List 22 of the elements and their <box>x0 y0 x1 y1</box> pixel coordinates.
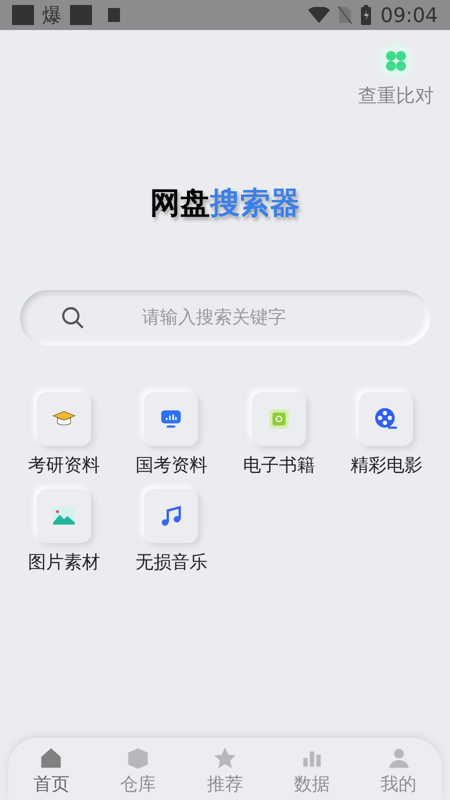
film-reel-icon <box>373 406 400 432</box>
search-input[interactable]: 请输入搜索关键字 <box>142 304 390 331</box>
app-title: 搜索器 <box>210 184 300 222</box>
category-item[interactable]: 无损音乐 <box>118 488 225 576</box>
notification-glyph: 爆 <box>42 5 62 25</box>
clock-time: 09:04 <box>380 5 438 25</box>
notification-icon <box>70 5 92 25</box>
category-item[interactable]: 国考资料 <box>118 392 225 478</box>
category-item[interactable]: 精彩电影 <box>332 392 440 478</box>
category-item[interactable]: 考研资料 <box>10 392 118 478</box>
search-field[interactable]: 请输入搜索关键字 <box>20 290 430 346</box>
nav-tab[interactable]: 首页 <box>8 745 95 798</box>
no-sim-icon <box>338 6 352 24</box>
notification-icon <box>12 5 34 25</box>
app-title: 网盘 <box>150 184 210 222</box>
category-item[interactable]: 图片素材 <box>10 488 118 576</box>
battery-charging-icon <box>360 5 372 25</box>
category-item[interactable]: 电子书籍 <box>225 392 332 478</box>
star-icon <box>212 745 238 771</box>
wifi-icon <box>308 7 330 23</box>
clover-icon <box>384 49 408 73</box>
search-icon <box>60 304 86 330</box>
